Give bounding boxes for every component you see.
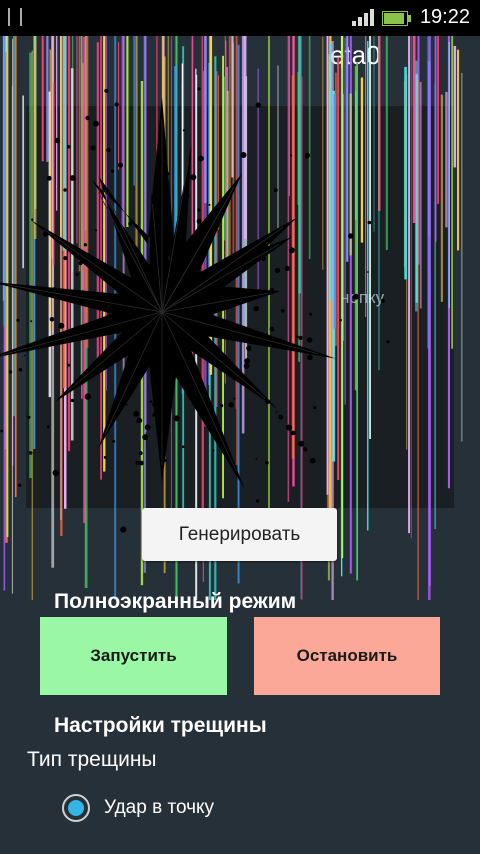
preview-hint-text: нопку — [340, 288, 385, 307]
radio-button[interactable] — [62, 794, 90, 822]
app-title: eta0 — [330, 40, 381, 70]
generate-button[interactable]: Генерировать — [142, 508, 337, 561]
battery-icon — [382, 11, 411, 26]
radio-option-point-impact[interactable]: Удар в точку — [62, 792, 214, 824]
crack-settings-title: Настройки трещины — [54, 714, 267, 737]
stop-button[interactable]: Остановить — [254, 617, 440, 695]
crack-preview-panel[interactable] — [26, 106, 454, 508]
status-bar: 19:22 — [0, 0, 480, 36]
crack-type-label: Тип трещины — [27, 748, 157, 771]
start-button[interactable]: Запустить — [40, 617, 227, 695]
signal-icon — [352, 8, 374, 26]
notification-icon — [8, 8, 22, 26]
fullscreen-section-title: Полноэкранный режим — [54, 590, 297, 613]
status-time: 19:22 — [419, 6, 470, 28]
radio-option-label: Удар в точку — [104, 797, 215, 818]
radio-selected-dot — [68, 800, 84, 816]
